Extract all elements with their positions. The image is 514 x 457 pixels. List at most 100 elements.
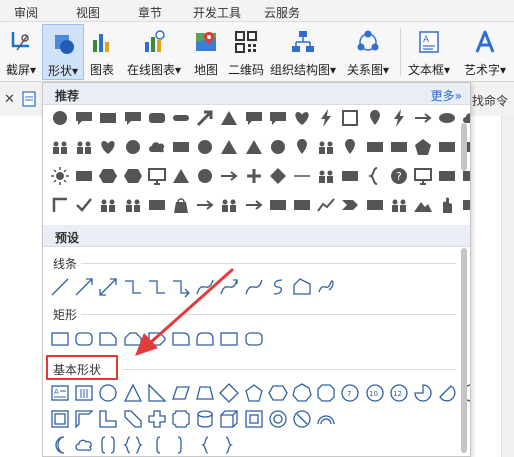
- shape-people-icon[interactable]: [218, 194, 240, 216]
- shape-rect-icon[interactable]: [436, 165, 458, 187]
- shape-arrowright-icon[interactable]: [194, 194, 216, 216]
- shape-rect-icon[interactable]: [436, 136, 458, 158]
- shape-rect-icon[interactable]: [364, 136, 386, 158]
- shape-ln3-icon[interactable]: [97, 276, 119, 298]
- document-icon[interactable]: [22, 91, 36, 107]
- shape-olbracket-icon[interactable]: [146, 434, 168, 456]
- shape-ocross-icon[interactable]: [146, 408, 168, 430]
- shape-curvea-icon[interactable]: [218, 276, 240, 298]
- wordart-button[interactable]: 艺术字▾: [458, 24, 512, 80]
- shape-olbrace-icon[interactable]: [194, 434, 216, 456]
- shape-circle-icon[interactable]: [194, 136, 216, 158]
- shape-rect-icon[interactable]: [460, 194, 470, 216]
- shape-pill-icon[interactable]: [170, 107, 192, 129]
- shape-lineH-icon[interactable]: [291, 165, 313, 187]
- shape-odeca10-icon[interactable]: 10: [364, 382, 386, 404]
- shape-ohept-icon[interactable]: [291, 382, 313, 404]
- shape-pentagon-icon[interactable]: [412, 136, 434, 158]
- shape-rect-icon[interactable]: [146, 194, 168, 216]
- shape-rect-icon[interactable]: [97, 107, 119, 129]
- shape-olshape-icon[interactable]: [97, 408, 119, 430]
- shape-hexagon-icon[interactable]: [97, 165, 119, 187]
- shape-ovtext-icon[interactable]: [73, 382, 95, 404]
- textbox-button[interactable]: A 文本框▾: [404, 24, 454, 80]
- shape-tri-icon[interactable]: [218, 107, 240, 129]
- shape-opie-icon[interactable]: [412, 382, 434, 404]
- shape-zigzag-icon[interactable]: [315, 194, 337, 216]
- relation-chart-button[interactable]: 关系图▾: [340, 24, 396, 80]
- shape-rect-icon[interactable]: [170, 136, 192, 158]
- shape-speech-icon[interactable]: [122, 107, 144, 129]
- shape-corner-icon[interactable]: [49, 194, 71, 216]
- shape-heart-icon[interactable]: [291, 107, 313, 129]
- shape-elb-icon[interactable]: [122, 276, 144, 298]
- close-icon[interactable]: ✕: [4, 92, 15, 107]
- shape-people-icon[interactable]: [122, 194, 144, 216]
- shape-odonut-icon[interactable]: [267, 408, 289, 430]
- shape-monitor-icon[interactable]: [412, 165, 434, 187]
- shape-tri-icon[interactable]: [218, 136, 240, 158]
- shape-pin-icon[interactable]: [291, 136, 313, 158]
- shape-question-icon[interactable]: ?: [388, 165, 410, 187]
- shape-speech-icon[interactable]: [243, 107, 265, 129]
- shape-rect-icon[interactable]: [364, 194, 386, 216]
- shape-arrowup-icon[interactable]: [194, 107, 216, 129]
- shape-rrect-icon[interactable]: [146, 107, 168, 129]
- shape-pin-icon[interactable]: [339, 136, 361, 158]
- shape-opent-icon[interactable]: [243, 382, 265, 404]
- shape-heart-icon[interactable]: [97, 136, 119, 158]
- shape-osnip1-icon[interactable]: [97, 328, 119, 350]
- shape-obrace-icon[interactable]: [122, 434, 144, 456]
- shape-orbrace-icon[interactable]: [218, 434, 240, 456]
- shape-rect-icon[interactable]: [291, 194, 313, 216]
- shape-cloud-icon[interactable]: [146, 136, 168, 158]
- shape-ocan-icon[interactable]: [194, 408, 216, 430]
- shapes-button[interactable]: 形状▾: [42, 24, 84, 80]
- shape-bolt-icon[interactable]: [315, 107, 337, 129]
- menu-review[interactable]: 审阅: [14, 4, 38, 21]
- shape-ocircle-icon[interactable]: [97, 382, 119, 404]
- document-scrollbar[interactable]: [501, 116, 514, 457]
- shape-oframe-icon[interactable]: [49, 408, 71, 430]
- shape-circle-icon[interactable]: [49, 107, 71, 129]
- shape-ocloud-icon[interactable]: [73, 434, 95, 456]
- shape-otri-icon[interactable]: [122, 382, 144, 404]
- shape-odeca12-icon[interactable]: 12: [388, 382, 410, 404]
- shape-oround1-icon[interactable]: [170, 328, 192, 350]
- shape-ooct-icon[interactable]: [315, 382, 337, 404]
- recommend-scrollbar[interactable]: [461, 123, 467, 171]
- shape-ochord-icon[interactable]: [436, 382, 458, 404]
- shape-odeca-icon[interactable]: 7: [339, 382, 361, 404]
- shape-rect-icon[interactable]: [339, 165, 361, 187]
- shape-people-icon[interactable]: [315, 165, 337, 187]
- online-chart-button[interactable]: 在线图表▾: [122, 24, 186, 80]
- shape-obracket-icon[interactable]: [97, 434, 119, 456]
- shape-odiag-icon[interactable]: [122, 408, 144, 430]
- shape-omoon-icon[interactable]: [49, 434, 71, 456]
- shape-check-icon[interactable]: [73, 194, 95, 216]
- shape-sun-icon[interactable]: [49, 165, 71, 187]
- shape-chev-icon[interactable]: [339, 194, 361, 216]
- shape-hexagon-icon[interactable]: [122, 165, 144, 187]
- shape-pin-icon[interactable]: [364, 107, 386, 129]
- menu-view[interactable]: 视图: [76, 4, 100, 21]
- shape-tri-icon[interactable]: [243, 136, 265, 158]
- shape-circle-icon[interactable]: [122, 136, 144, 158]
- shape-orbracket-icon[interactable]: [170, 434, 192, 456]
- shape-osnip2-icon[interactable]: [122, 328, 144, 350]
- shape-orrect-icon[interactable]: [73, 328, 95, 350]
- shape-square-icon[interactable]: [339, 107, 361, 129]
- shape-sshape-icon[interactable]: [267, 276, 289, 298]
- shape-oround2-icon[interactable]: [194, 328, 216, 350]
- shape-orect-icon[interactable]: [49, 328, 71, 350]
- shape-orect-icon[interactable]: [218, 328, 240, 350]
- shape-ellipse-icon[interactable]: [436, 107, 458, 129]
- shape-speech-icon[interactable]: [73, 107, 95, 129]
- shape-ortri-icon[interactable]: [146, 382, 168, 404]
- shape-arrowright-icon[interactable]: [243, 194, 265, 216]
- shape-elb-icon[interactable]: [146, 276, 168, 298]
- shape-hand-icon[interactable]: [436, 194, 458, 216]
- shape-circle-icon[interactable]: [267, 136, 289, 158]
- shape-scribble-icon[interactable]: [315, 276, 337, 298]
- chart-button[interactable]: 图表: [86, 24, 118, 80]
